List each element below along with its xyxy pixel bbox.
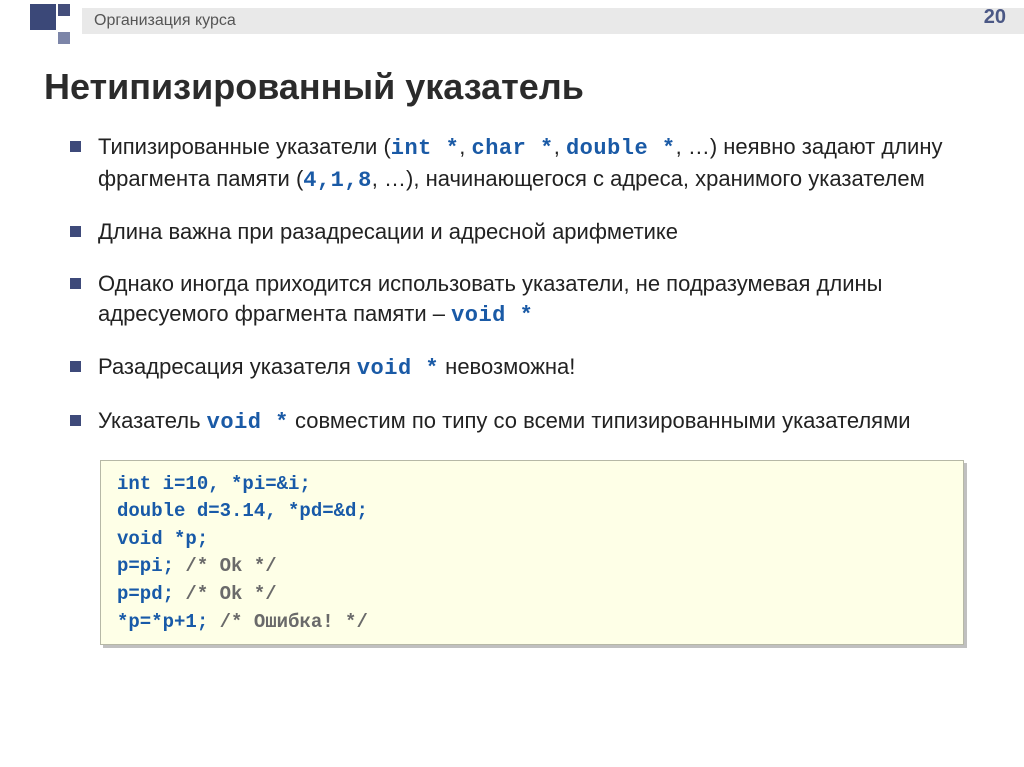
text: невозможна! <box>439 354 575 379</box>
slide-title: Нетипизированный указатель <box>44 66 1024 108</box>
text: , …), начинающегося с адреса, хранимого … <box>372 166 925 191</box>
code-line: double d=3.14, *pd=&d; <box>117 500 368 522</box>
code-inline: void * <box>451 303 533 328</box>
code-inline: int * <box>391 136 460 161</box>
square-icon <box>58 32 70 44</box>
code-inline: void * <box>207 410 289 435</box>
text: Типизированные указатели ( <box>98 134 391 159</box>
code-comment: /* Ok */ <box>185 583 276 605</box>
slide: Организация курса 20 Нетипизированный ук… <box>0 0 1024 767</box>
bullet-list: Типизированные указатели (int *, char *,… <box>70 132 974 438</box>
text: Длина важна при разадресации и адресной … <box>98 219 678 244</box>
bullet-item: Типизированные указатели (int *, char *,… <box>70 132 974 195</box>
breadcrumb-text: Организация курса <box>94 12 236 30</box>
text: Указатель <box>98 408 207 433</box>
code-inline: double * <box>566 136 676 161</box>
code-comment: /* Ok */ <box>185 555 276 577</box>
code-block: int i=10, *pi=&i; double d=3.14, *pd=&d;… <box>100 460 964 645</box>
text: Разадресация указателя <box>98 354 357 379</box>
code-comment: /* Ошибка! */ <box>220 611 368 633</box>
code-line: p=pd; <box>117 583 185 605</box>
text: , <box>554 134 566 159</box>
header-logo-squares <box>30 4 70 44</box>
code-inline: void * <box>357 356 439 381</box>
header: Организация курса 20 <box>0 0 1024 38</box>
code-inline: 4,1,8 <box>303 168 372 193</box>
bullet-item: Однако иногда приходится использовать ук… <box>70 269 974 330</box>
bullet-item: Указатель void * совместим по типу со вс… <box>70 406 974 438</box>
code-line: int i=10, *pi=&i; <box>117 473 311 495</box>
square-icon <box>30 4 56 30</box>
code-line: *p=*p+1; <box>117 611 220 633</box>
code-inline: char * <box>472 136 554 161</box>
bullet-item: Разадресация указателя void * невозможна… <box>70 352 974 384</box>
breadcrumb: Организация курса <box>82 8 1024 34</box>
page-number: 20 <box>984 6 1006 29</box>
text: совместим по типу со всеми типизированны… <box>289 408 911 433</box>
bullet-item: Длина важна при разадресации и адресной … <box>70 217 974 247</box>
code-line: p=pi; <box>117 555 185 577</box>
code-line: void *p; <box>117 528 208 550</box>
square-icon <box>58 4 70 16</box>
text: , <box>459 134 471 159</box>
